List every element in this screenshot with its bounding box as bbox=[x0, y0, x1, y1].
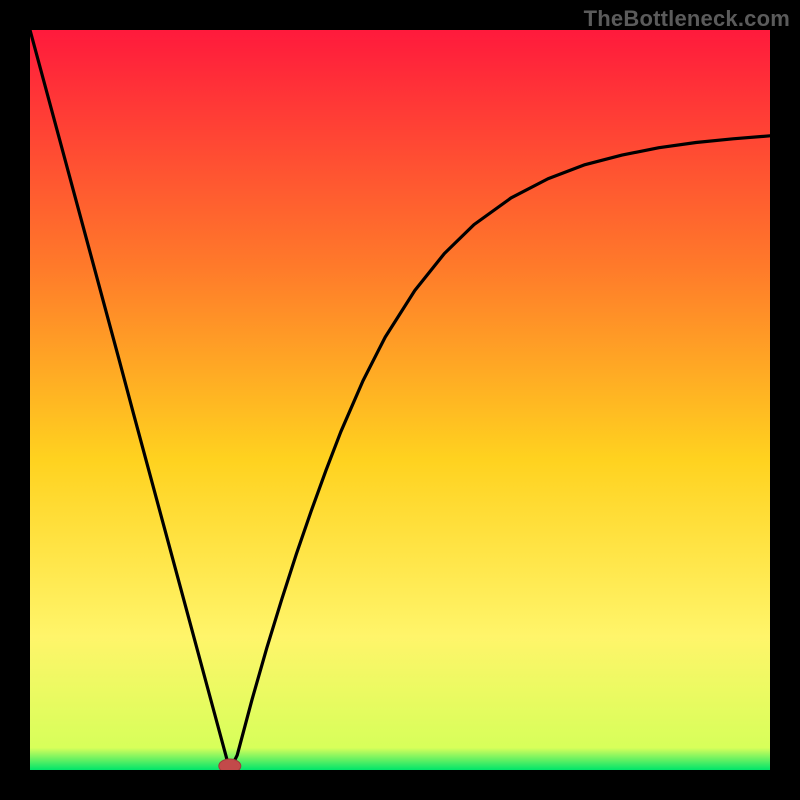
plot-area bbox=[30, 30, 770, 770]
plot-svg bbox=[30, 30, 770, 770]
minimum-marker bbox=[219, 759, 241, 770]
watermark-text: TheBottleneck.com bbox=[584, 6, 790, 32]
chart-frame: TheBottleneck.com bbox=[0, 0, 800, 800]
gradient-background bbox=[30, 30, 770, 770]
